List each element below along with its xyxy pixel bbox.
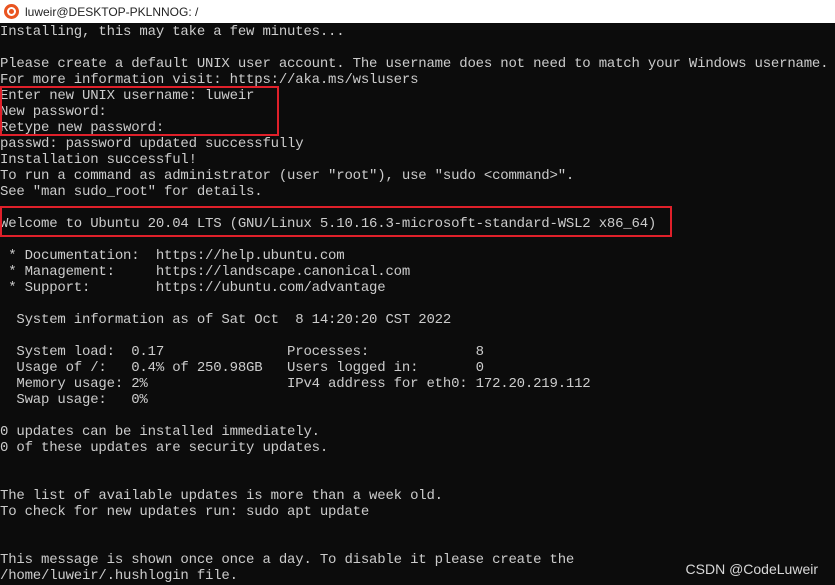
terminal-line: Swap usage: 0% bbox=[0, 392, 148, 408]
ubuntu-icon bbox=[4, 4, 19, 19]
terminal-line: Please create a default UNIX user accoun… bbox=[0, 56, 829, 72]
terminal-line: The list of available updates is more th… bbox=[0, 488, 443, 504]
terminal-line: System load: 0.17 Processes: 8 bbox=[0, 344, 484, 360]
window-title: luweir@DESKTOP-PKLNNOG: / bbox=[25, 4, 199, 19]
terminal-line: System information as of Sat Oct 8 14:20… bbox=[0, 312, 452, 328]
welcome-highlight-box bbox=[0, 206, 672, 237]
terminal-line: To check for new updates run: sudo apt u… bbox=[0, 504, 370, 520]
terminal-line: This message is shown once once a day. T… bbox=[0, 552, 575, 568]
terminal-line: See "man sudo_root" for details. bbox=[0, 184, 263, 200]
csdn-watermark: CSDN @CodeLuweir bbox=[685, 561, 818, 577]
terminal-line: Usage of /: 0.4% of 250.98GB Users logge… bbox=[0, 360, 484, 376]
terminal-line: Installation successful! bbox=[0, 152, 197, 168]
terminal-line: * Support: https://ubuntu.com/advantage bbox=[0, 280, 386, 296]
terminal-line: To run a command as administrator (user … bbox=[0, 168, 575, 184]
terminal-line: /home/luweir/.hushlogin file. bbox=[0, 568, 238, 584]
terminal-line: 0 updates can be installed immediately. bbox=[0, 424, 320, 440]
terminal-line: Memory usage: 2% IPv4 address for eth0: … bbox=[0, 376, 591, 392]
username-password-highlight-box bbox=[0, 86, 279, 136]
terminal-line: passwd: password updated successfully bbox=[0, 136, 304, 152]
terminal-line: 0 of these updates are security updates. bbox=[0, 440, 329, 456]
terminal-line: Installing, this may take a few minutes.… bbox=[0, 24, 345, 40]
terminal-line: * Documentation: https://help.ubuntu.com bbox=[0, 248, 345, 264]
terminal-line: * Management: https://landscape.canonica… bbox=[0, 264, 411, 280]
title-bar[interactable]: luweir@DESKTOP-PKLNNOG: / bbox=[0, 0, 835, 23]
